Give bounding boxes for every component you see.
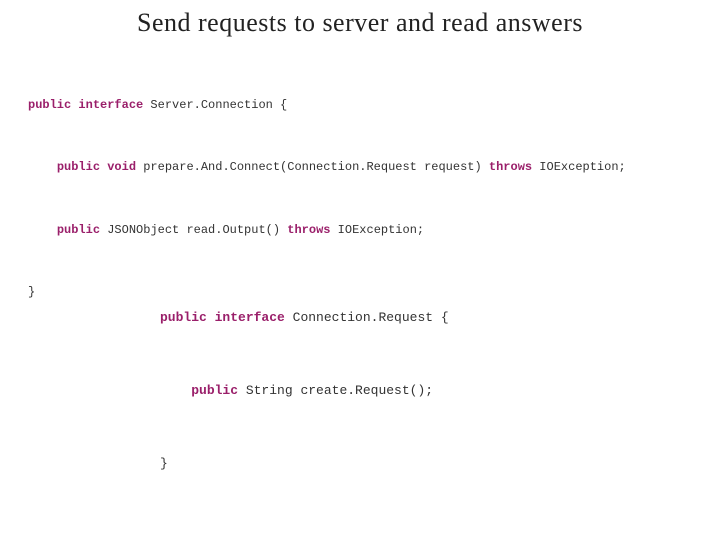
keyword-public: public — [28, 98, 71, 112]
iface-name: Connection.Request { — [285, 310, 449, 325]
indent — [28, 223, 57, 237]
keyword-public: public — [57, 223, 100, 237]
keyword-interface: interface — [215, 310, 285, 325]
keyword-public-void: public void — [57, 160, 136, 174]
keyword-throws: throws — [489, 160, 532, 174]
keyword-throws: throws — [287, 223, 330, 237]
exception: IOException; — [330, 223, 424, 237]
code-block-serverconnection: public interface Server.Connection { pub… — [28, 90, 626, 308]
method-createrequest: String create.Request(); — [238, 383, 433, 398]
iface-name: Server.Connection { — [143, 98, 287, 112]
keyword-public: public — [191, 383, 238, 398]
method-prepareandconnect: prepare.And.Connect(Connection.Request r… — [136, 160, 489, 174]
indent — [160, 383, 191, 398]
slide-title: Send requests to server and read answers — [0, 8, 720, 38]
exception: IOException; — [532, 160, 626, 174]
brace-close: } — [28, 285, 35, 299]
keyword-public: public — [160, 310, 207, 325]
method-readoutput: JSONObject read.Output() — [100, 223, 287, 237]
code-block-connectionrequest: public interface Connection.Request { pu… — [160, 300, 449, 482]
indent — [28, 160, 57, 174]
brace-close: } — [160, 456, 168, 471]
keyword-interface: interface — [78, 98, 143, 112]
slide: Send requests to server and read answers… — [0, 0, 720, 540]
